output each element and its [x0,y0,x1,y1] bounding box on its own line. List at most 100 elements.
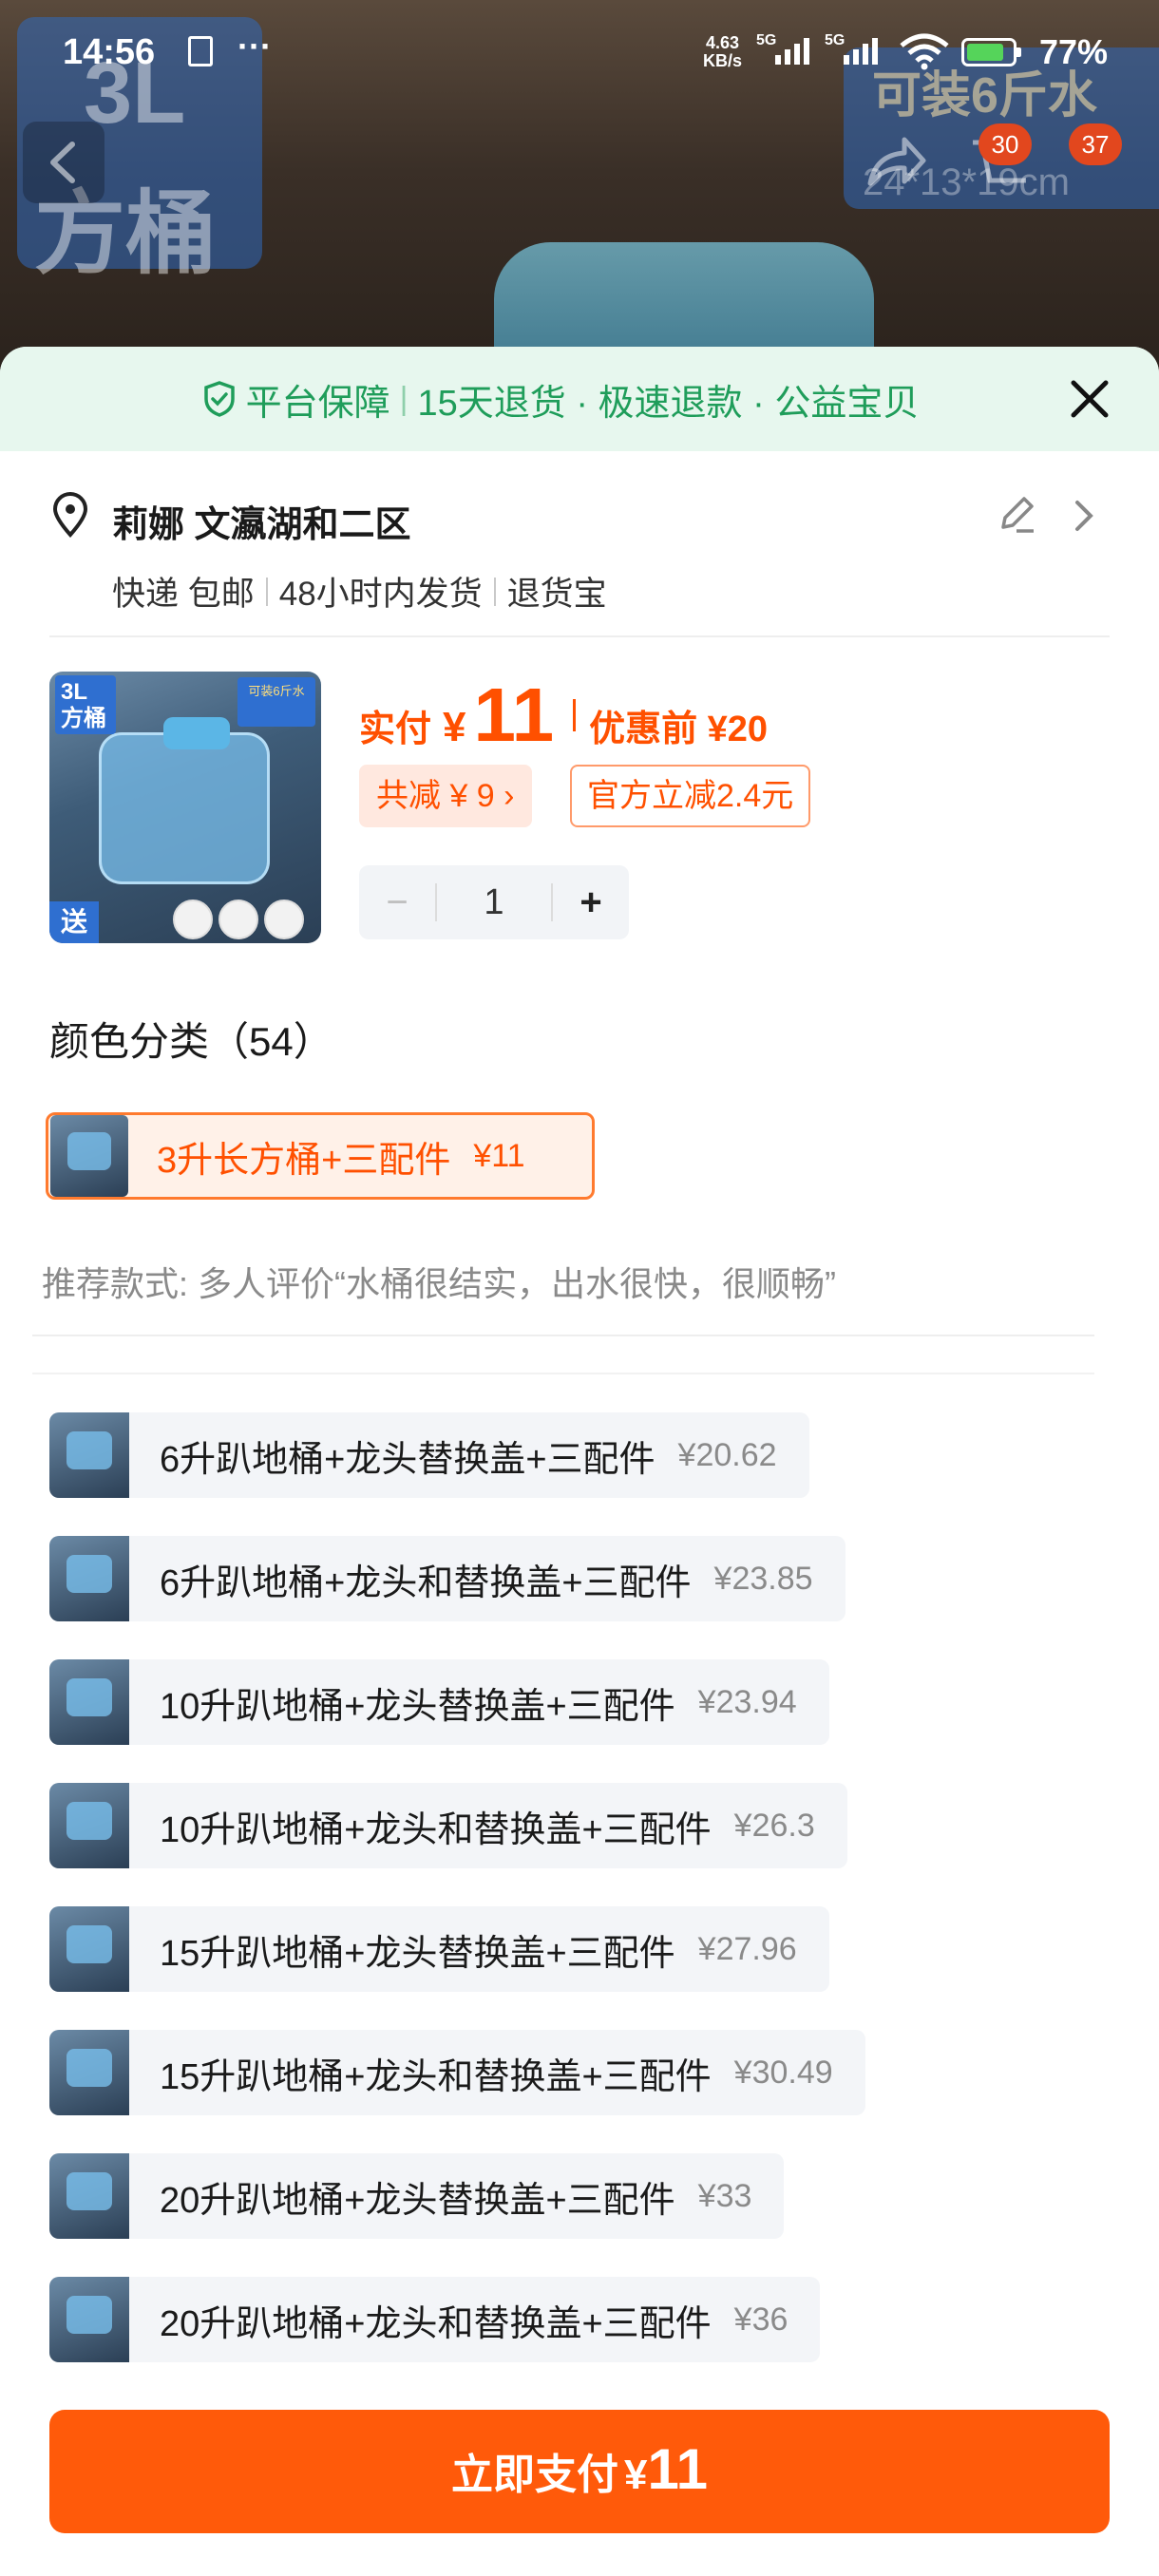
variant-thumbnail [49,1536,129,1621]
thumb-capacity-label: 可装6斤水 [238,677,315,727]
back-button[interactable] [23,122,104,203]
original-price: 优惠前 ¥20 [589,710,769,749]
variant-option[interactable]: 15升趴地桶+龙头替换盖+三配件 ¥27.96 [49,1906,829,1992]
status-time: 14:56 [63,32,156,72]
shipping-info: 快递 包邮 48小时内发货 退货宝 [112,567,607,616]
variant-price: ¥33 [697,2177,752,2214]
pay-now-button[interactable]: 立即支付 ¥ 11 [49,2410,1110,2533]
thumb-size: 3L [61,679,88,705]
variant-thumbnail [50,1115,128,1197]
share-icon[interactable] [863,128,929,195]
quantity-value[interactable]: 1 [435,883,553,921]
variant-label: 3升长方桶+三配件 [157,1140,451,1181]
pay-currency: ¥ [443,704,466,750]
variant-option[interactable]: 20升趴地桶+龙头和替换盖+三配件 ¥36 [49,2277,821,2362]
signal-icon-2 [844,38,878,65]
variant-label: 6升趴地桶+龙头替换盖+三配件 [160,1439,656,1480]
variant-label: 15升趴地桶+龙头和替换盖+三配件 [160,2056,712,2097]
wifi-icon [900,33,949,70]
variant-option[interactable]: 20升趴地桶+龙头替换盖+三配件 ¥33 [49,2153,785,2239]
variant-label: 20升趴地桶+龙头替换盖+三配件 [160,2180,675,2221]
price-summary: 实付 ¥ 11 优惠前 ¥20 [359,672,768,759]
platform-guarantee-bar: 平台保障 | 15天退货 · 极速退款 · 公益宝贝 [0,347,1159,451]
chevron-right-icon: › [504,778,515,814]
pay-button-currency: ¥ [624,2452,648,2498]
variant-thumbnail [49,1783,129,1868]
variant-option[interactable]: 15升趴地桶+龙头和替换盖+三配件 ¥30.49 [49,2030,865,2115]
close-icon[interactable] [1066,375,1113,423]
variant-option[interactable]: 6升趴地桶+龙头和替换盖+三配件 ¥23.85 [49,1536,846,1621]
variant-option[interactable]: 10升趴地桶+龙头替换盖+三配件 ¥23.94 [49,1659,829,1745]
status-bar: 14:56 ··· 4.63 KB/s 5G 5G 77% [0,0,1159,104]
variant-price: ¥27.96 [697,1930,797,1967]
battery-icon [961,38,1021,66]
cart-badge: 30 [978,123,1032,165]
pay-button-label: 立即支付 [451,2452,619,2498]
decrease-button[interactable]: − [359,881,435,924]
discount-total-text: 共减 ¥ 9 [376,778,495,814]
more-notifications-icon: ··· [238,27,272,66]
increase-button[interactable]: + [553,881,629,924]
variant-thumbnail [49,1659,129,1745]
variant-label: 20升趴地桶+龙头和替换盖+三配件 [160,2303,712,2344]
net-speed-unit: KB/s [703,51,743,70]
edit-icon[interactable] [996,493,1037,535]
variant-label: 15升趴地桶+龙头替换盖+三配件 [160,1933,675,1974]
divider [49,635,1110,637]
net-speed-value: 4.63 [705,33,740,52]
guarantee-title: 平台保障 [245,383,390,424]
divider [32,1335,1094,1336]
location-pin-icon [52,492,88,539]
network-type-1: 5G [756,32,777,48]
checkout-sheet: 平台保障 | 15天退货 · 极速退款 · 公益宝贝 莉娜 文瀛湖和二区 快递 … [0,347,1159,2576]
price-divider [573,699,577,731]
thumb-jug [99,732,270,884]
variant-thumbnail [49,1412,129,1498]
accessory-icon [173,900,213,939]
thumb-jug-cap [163,717,230,749]
thumb-gift-label: 送 [49,901,99,943]
more-badge: 37 [1069,123,1122,165]
thumb-size-label: 3L 方桶 [55,675,116,734]
shipping-address[interactable]: 莉娜 文瀛湖和二区 快递 包邮 48小时内发货 退货宝 [49,489,1123,613]
variant-label: 10升趴地桶+龙头替换盖+三配件 [160,1686,675,1727]
variant-price: ¥20.62 [677,1436,777,1473]
network-type-2: 5G [825,32,846,48]
signal-icon-1 [775,38,809,65]
quantity-stepper: − 1 + [359,865,629,939]
sim-card-icon [188,36,213,66]
guarantee-items: 15天退货 · 极速退款 · 公益宝贝 [417,383,920,424]
guarantee-separator: | [399,380,408,417]
variant-option[interactable]: 10升趴地桶+龙头和替换盖+三配件 ¥26.3 [49,1783,847,1868]
net-speed: 4.63 KB/s [703,34,742,70]
variant-option[interactable]: 6升趴地桶+龙头替换盖+三配件 ¥20.62 [49,1412,809,1498]
official-discount-tag: 官方立减2.4元 [570,765,811,827]
variant-selected[interactable]: 3升长方桶+三配件 ¥11 [46,1112,595,1200]
meta-divider [493,577,496,606]
meta-divider [265,577,268,606]
recommend-text: 推荐款式: 多人评价“水桶很结实，出水很快，很顺畅” [42,1264,836,1303]
pay-amount: 11 [473,672,555,757]
variant-price: ¥23.94 [697,1683,797,1720]
variant-price: ¥36 [733,2301,788,2338]
accessory-icon [218,900,258,939]
more-button[interactable]: 37 [1069,123,1126,199]
variant-price: ¥30.49 [733,2054,833,2091]
variant-thumbnail [49,2277,129,2362]
variant-price: ¥26.3 [733,1807,815,1844]
variant-label: 10升趴地桶+龙头和替换盖+三配件 [160,1809,712,1850]
cart-button[interactable]: 30 [969,123,1036,199]
variant-price: ¥11 [473,1137,525,1174]
discount-total-tag[interactable]: 共减 ¥ 9 › [359,765,532,827]
variant-section-title: 颜色分类（54） [49,1019,333,1064]
pay-button-amount: 11 [647,2437,708,2501]
shipping-method: 快递 包邮 [112,576,255,613]
thumb-type: 方桶 [61,706,106,731]
return-insurance: 退货宝 [506,576,607,613]
chevron-right-icon[interactable] [1070,497,1098,535]
accessory-icon [264,900,304,939]
pay-label: 实付 [359,710,432,749]
variant-thumbnail [49,2030,129,2115]
product-thumbnail[interactable]: 3L 方桶 可装6斤水 送 [49,672,321,943]
battery-percent: 77% [1039,32,1109,71]
